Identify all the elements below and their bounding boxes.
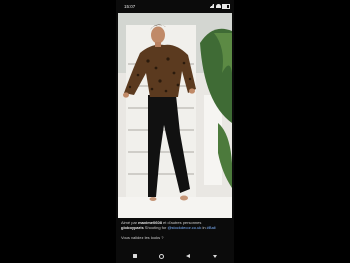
battery-icon: [222, 3, 230, 9]
mention-link[interactable]: @stockdecor.co.uk: [167, 225, 201, 230]
phone-screen: 15:07 Aimé par maxime0608 et d'autres pe…: [116, 0, 234, 263]
home-button[interactable]: [157, 251, 167, 261]
system-nav-bar: [116, 249, 234, 263]
recents-button[interactable]: [130, 251, 140, 261]
caption-line: globoyparis Shooting for @stockdecor.co.…: [121, 225, 231, 230]
back-icon: [186, 254, 191, 258]
hashtag-link[interactable]: #Bali: [207, 225, 216, 230]
back-button[interactable]: [183, 251, 193, 261]
caption-question: Vous validez les looks ?: [121, 234, 164, 240]
signal-icon: [209, 4, 214, 8]
liked-by-suffix: et d'autres personnes: [161, 220, 202, 225]
recents-icon: [133, 254, 138, 258]
author-username[interactable]: globoyparis: [121, 225, 144, 230]
keyboard-hide-icon: [212, 254, 217, 258]
post-photo[interactable]: [118, 13, 232, 218]
liked-by-prefix: Aimé par: [121, 220, 139, 225]
status-time: 15:07: [124, 3, 136, 9]
liked-by-user-link[interactable]: maxime0608: [138, 220, 162, 225]
keyboard-hide-button[interactable]: [210, 251, 220, 261]
post-photo-illustration: [118, 13, 232, 218]
status-bar: 15:07: [116, 0, 234, 12]
wifi-icon: [215, 4, 221, 8]
home-icon: [159, 253, 165, 259]
caption-text: Shooting for: [143, 225, 168, 231]
status-icons: [209, 3, 230, 9]
post-caption: Aimé par maxime0608 et d'autres personne…: [121, 220, 231, 240]
